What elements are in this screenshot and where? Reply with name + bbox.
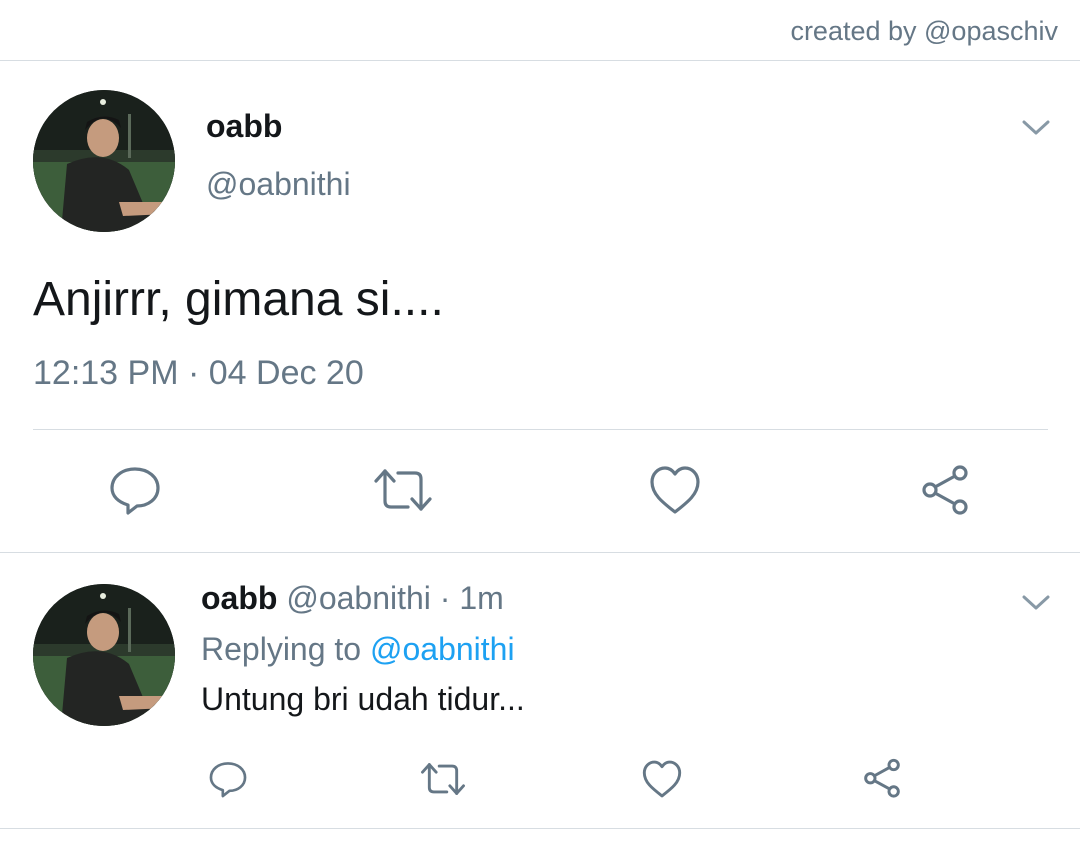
reply-text: Untung bri udah tidur...	[201, 681, 525, 717]
retweet-icon[interactable]	[372, 465, 434, 515]
tweet-text: Anjirrr, gimana si....	[33, 273, 444, 326]
section-divider	[0, 552, 1080, 553]
reply-header: oabb @oabnithi · 1m	[201, 580, 504, 617]
reply-user-handle[interactable]: @oabnithi	[286, 580, 431, 616]
chevron-down-icon[interactable]	[1021, 593, 1051, 613]
replying-to-mention[interactable]: @oabnithi	[370, 631, 515, 667]
reply-display-name[interactable]: oabb	[201, 580, 277, 616]
replying-to-label: Replying to	[201, 631, 362, 667]
replying-to: Replying to @oabnithi	[201, 631, 515, 668]
separator-dot: ·	[439, 580, 451, 616]
header-divider	[0, 60, 1080, 61]
share-icon[interactable]	[918, 464, 972, 518]
retweet-icon[interactable]	[418, 760, 468, 798]
avatar-photo	[33, 90, 175, 232]
like-icon[interactable]	[648, 464, 702, 516]
reply-avatar[interactable]	[33, 584, 175, 726]
credit-text: created by @opaschiv	[790, 16, 1058, 46]
tweet-divider	[33, 429, 1048, 430]
chevron-down-icon[interactable]	[1021, 118, 1051, 138]
user-handle[interactable]: @oabnithi	[206, 166, 351, 203]
reply-time[interactable]: 1m	[459, 580, 503, 616]
reply-icon[interactable]	[108, 463, 162, 517]
share-icon[interactable]	[861, 758, 903, 800]
avatar-photo	[33, 584, 175, 726]
like-icon[interactable]	[641, 759, 683, 799]
tweet-timestamp[interactable]: 12:13 PM · 04 Dec 20	[33, 354, 364, 393]
display-name[interactable]: oabb	[206, 108, 282, 145]
reply-icon[interactable]	[207, 759, 249, 799]
avatar[interactable]	[33, 90, 175, 232]
bottom-divider	[0, 828, 1080, 829]
